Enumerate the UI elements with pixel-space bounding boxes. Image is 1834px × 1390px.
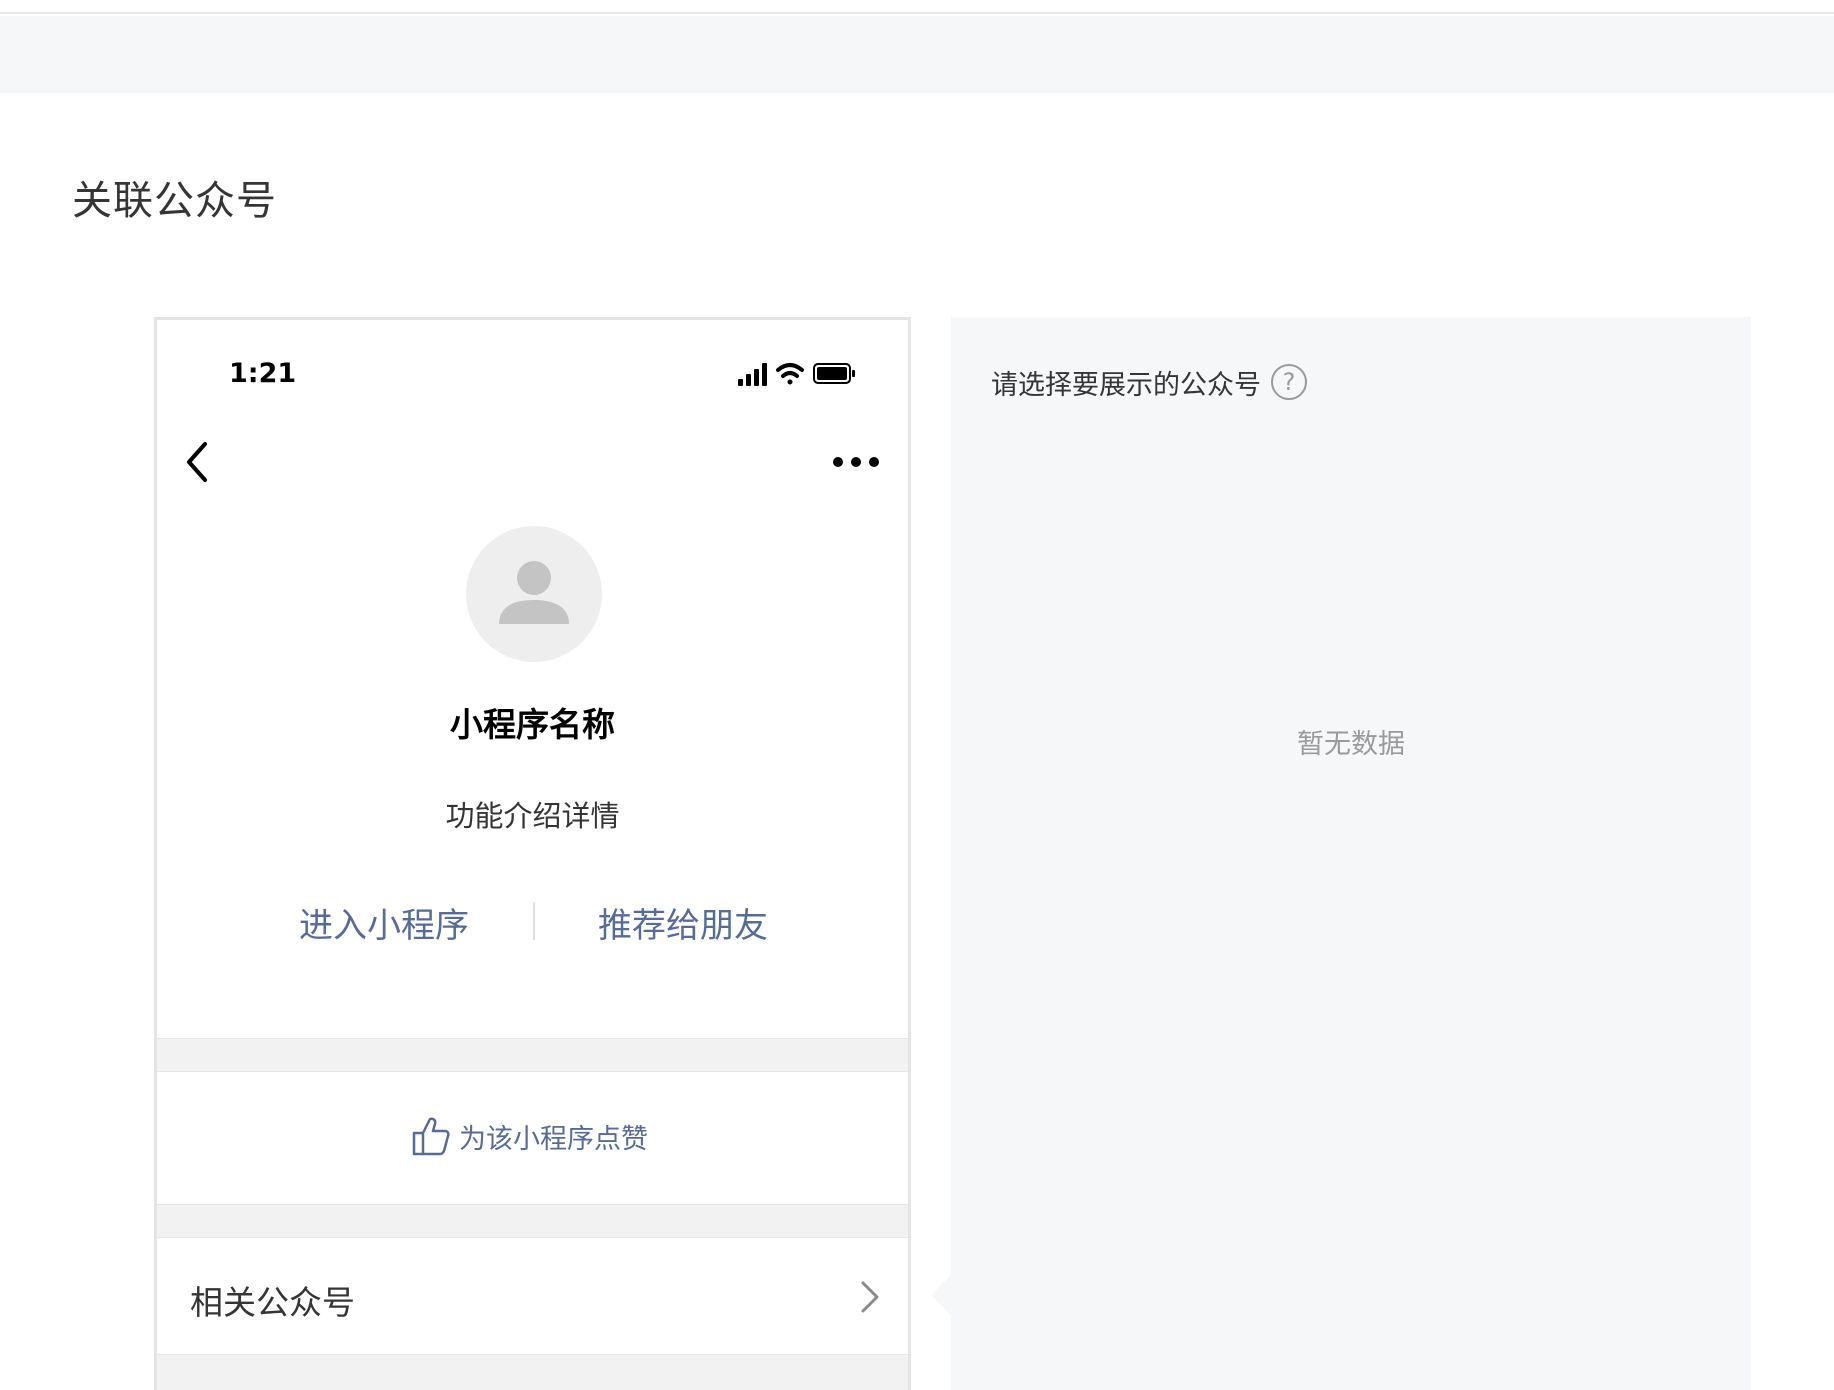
- help-icon[interactable]: ?: [1271, 364, 1307, 400]
- phone-preview: 1:21 小程序名称 功能介绍详情 进入小程序 推荐给朋友 为该小程序点赞 相关…: [154, 317, 911, 1390]
- share-to-friend-button[interactable]: 推荐给朋友: [598, 898, 768, 947]
- like-row: 为该小程序点赞: [157, 1072, 908, 1204]
- back-icon[interactable]: [177, 438, 217, 486]
- section-gap: [157, 1354, 908, 1390]
- action-divider: [533, 902, 535, 940]
- section-gap: [157, 1038, 908, 1072]
- related-accounts-row[interactable]: 相关公众号: [157, 1238, 908, 1354]
- top-border: [0, 0, 1834, 14]
- related-accounts-label: 相关公众号: [190, 1283, 355, 1322]
- avatar: [466, 526, 602, 662]
- status-time: 1:21: [229, 358, 297, 389]
- empty-state-text: 暂无数据: [1297, 729, 1405, 760]
- app-description: 功能介绍详情: [445, 799, 620, 833]
- enter-miniprogram-button[interactable]: 进入小程序: [299, 898, 469, 947]
- user-placeholder-icon: [499, 561, 569, 624]
- account-select-panel: 请选择要展示的公众号 ? 暂无数据: [951, 317, 1751, 1390]
- more-icon[interactable]: [832, 452, 880, 472]
- nav-bar: [157, 430, 908, 494]
- panel-header: 请选择要展示的公众号 ?: [991, 362, 1307, 402]
- chevron-right-icon: [861, 1281, 879, 1313]
- section-title: 关联公众号: [72, 178, 277, 224]
- status-bar: 1:21: [157, 320, 908, 400]
- panel-pointer: [931, 1275, 951, 1315]
- select-account-label: 请选择要展示的公众号: [991, 369, 1261, 401]
- status-icons: [738, 363, 855, 386]
- wifi-icon: [776, 363, 804, 385]
- action-row: 进入小程序 推荐给朋友: [157, 898, 908, 948]
- thumbs-up-icon: [412, 1117, 450, 1156]
- top-band: [0, 16, 1834, 93]
- like-label: 为该小程序点赞: [459, 1123, 648, 1155]
- app-name: 小程序名称: [450, 705, 615, 744]
- battery-icon: [813, 363, 855, 384]
- signal-icon: [738, 363, 767, 386]
- like-button[interactable]: 为该小程序点赞: [411, 1114, 648, 1158]
- section-gap: [157, 1204, 908, 1238]
